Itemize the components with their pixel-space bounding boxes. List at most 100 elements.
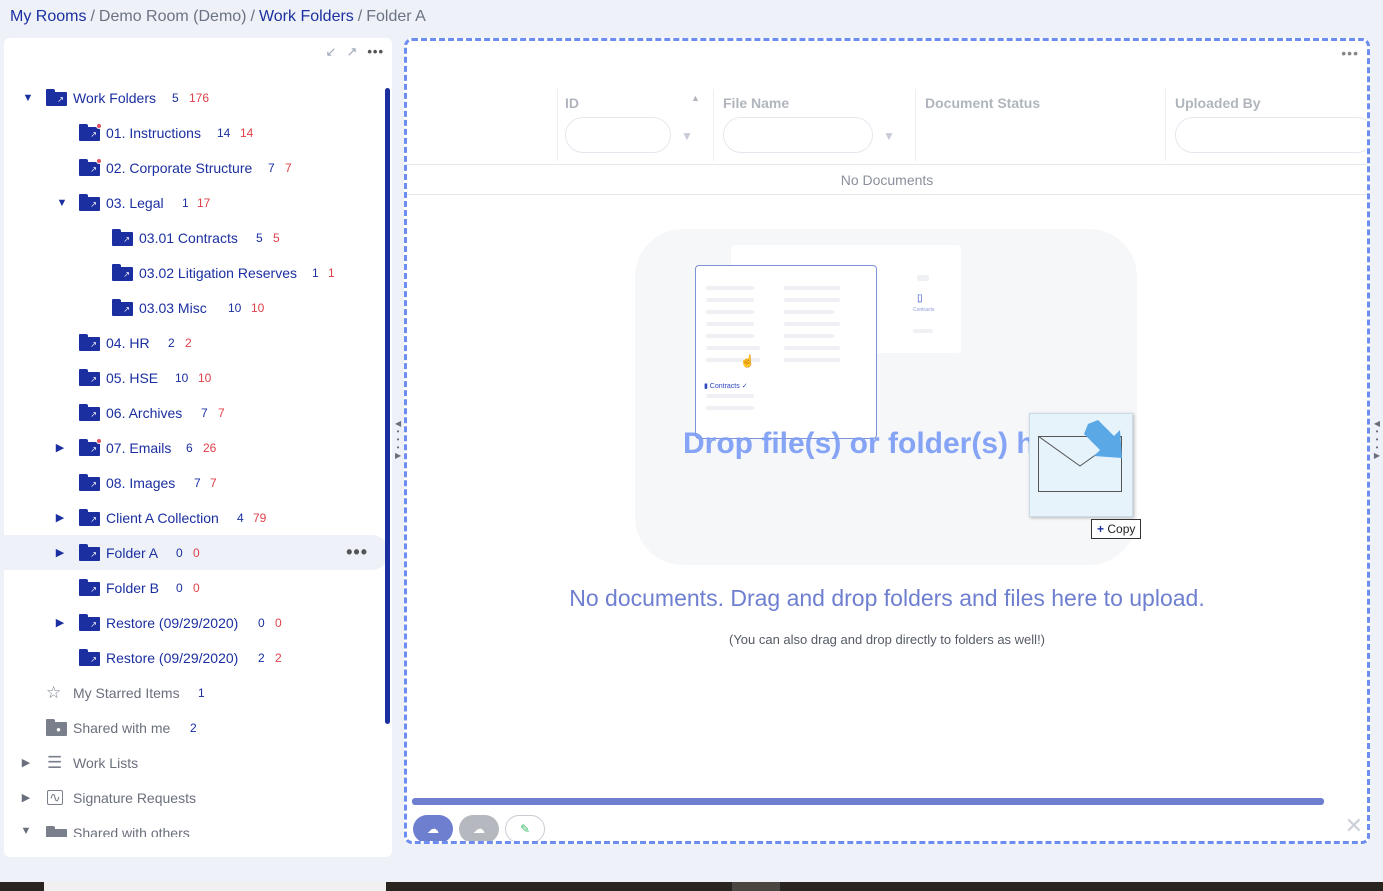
download-button[interactable]: ☁ [459, 815, 499, 841]
item-count: 10 [175, 370, 189, 385]
column-divider [915, 89, 916, 161]
tree-item-label: 07. Emails [106, 439, 172, 456]
item-count: 4 [237, 510, 244, 525]
document-count: 7 [285, 160, 292, 175]
document-count: 0 [275, 615, 282, 630]
column-header-uploaded-by[interactable]: Uploaded By [1175, 95, 1261, 111]
caret-right-icon[interactable]: ▶ [54, 441, 66, 454]
folder-icon: ↗ [79, 544, 100, 561]
tree-item-work-lists[interactable]: ▶ ☰ Work Lists [4, 745, 388, 780]
column-header-document-status[interactable]: Document Status [925, 95, 1040, 111]
expand-icon[interactable]: ↗ [346, 44, 357, 60]
tree-item-corporate-structure[interactable]: ↗ 02. Corporate Structure 7 7 [4, 150, 388, 185]
item-count: 10 [228, 300, 242, 315]
upload-button[interactable]: ☁ [413, 815, 453, 841]
collapse-icon[interactable]: ↙ [326, 44, 337, 60]
tree-item-signature-requests[interactable]: ▶ ∿ Signature Requests [4, 780, 388, 815]
folder-icon: ↗ [79, 194, 100, 211]
tree-item-my-starred-items[interactable]: ☆ My Starred Items 1 [4, 675, 388, 710]
tree-item-archives[interactable]: ↗ 06. Archives 7 7 [4, 395, 388, 430]
empty-state-hint: (You can also drag and drop directly to … [728, 632, 1046, 647]
tree-item-emails[interactable]: ▶ ↗ 07. Emails 6 26 [4, 430, 388, 465]
caret-right-icon[interactable]: ▶ [54, 511, 66, 524]
tree-item-label: 03. Legal [106, 194, 164, 211]
document-count: 14 [240, 125, 254, 140]
tree-item-label: 01. Instructions [106, 124, 201, 141]
tree-item-folder-b[interactable]: ↗ Folder B 0 0 [4, 570, 388, 605]
close-icon[interactable]: ✕ [1345, 813, 1363, 839]
filter-icon[interactable]: ▼ [681, 129, 693, 143]
folder-icon: ▯ [917, 293, 923, 304]
tree-item-folder-a[interactable]: ▶ ↗ Folder A 0 0 ••• [4, 535, 388, 570]
caret-right-icon[interactable]: ▶ [20, 756, 32, 769]
document-dropzone-panel[interactable]: ••• ID ▲ ▼ File Name ▼ Document Status U… [404, 38, 1370, 844]
file-name-filter-input[interactable] [723, 117, 873, 153]
folder-icon: ↗ [46, 89, 67, 106]
more-options-icon[interactable]: ••• [1341, 45, 1359, 61]
empty-table-row: No Documents [407, 164, 1367, 195]
tree-item-shared-with-me[interactable]: ● Shared with me 2 [4, 710, 388, 745]
folder-icon: ↗ [79, 404, 100, 421]
tree-item-shared-with-others[interactable]: ▼ Shared with others [4, 815, 388, 837]
tree-item-label: Shared with others [73, 825, 190, 837]
folder-icon: ↗ [112, 299, 133, 316]
folder-icon: ↗ [79, 438, 102, 456]
caret-down-icon[interactable]: ▼ [56, 197, 68, 209]
column-header-file-name[interactable]: File Name [723, 95, 789, 111]
drop-arrow-icon [1084, 420, 1122, 458]
item-count: 5 [256, 230, 263, 245]
upload-progress-bar [412, 798, 1324, 805]
caret-right-icon[interactable]: ▶ [54, 546, 66, 559]
tree-item-instructions[interactable]: ↗ 01. Instructions 14 14 [4, 115, 388, 150]
filter-icon[interactable]: ▼ [883, 129, 895, 143]
tree-item-label: Work Lists [73, 754, 139, 771]
splitter-handle[interactable]: ◀ • • • ▶ [395, 420, 401, 480]
column-divider [1165, 89, 1166, 161]
caret-right-icon[interactable]: ▶ [54, 616, 66, 629]
tree-item-label: 08. Images [106, 474, 176, 491]
tree-item-label: 03.01 Contracts [139, 229, 238, 246]
tree-item-client-a-collection[interactable]: ▶ ↗ Client A Collection 4 79 [4, 500, 388, 535]
tree-item-restore-2[interactable]: ↗ Restore (09/29/2020) 2 2 [4, 640, 388, 675]
item-count: 0 [176, 545, 183, 560]
tree-item-litigation-reserves[interactable]: ↗ 03.02 Litigation Reserves 1 1 [4, 255, 388, 290]
breadcrumb-work-folders[interactable]: Work Folders [259, 8, 354, 25]
illustration-folder-label: Contracts [913, 307, 935, 313]
cloud-upload-icon: ☁ [427, 822, 439, 836]
cloud-download-icon: ☁ [473, 822, 485, 836]
tree-item-label: Shared with me [73, 719, 171, 736]
breadcrumb-my-rooms[interactable]: My Rooms [10, 8, 86, 25]
uploaded-by-filter-input[interactable] [1175, 117, 1367, 153]
id-filter-input[interactable] [565, 117, 671, 153]
more-options-icon[interactable]: ••• [367, 44, 384, 60]
sort-asc-icon[interactable]: ▲ [691, 93, 700, 103]
list-icon: ☰ [47, 752, 63, 772]
tree-item-label: 04. HR [106, 334, 150, 351]
tree-item-label: 05. HSE [106, 369, 159, 386]
breadcrumb-separator: / [357, 8, 363, 25]
tree-item-restore-1[interactable]: ▶ ↗ Restore (09/29/2020) 0 0 [4, 605, 388, 640]
caret-down-icon[interactable]: ▼ [20, 825, 32, 837]
document-count: 7 [218, 405, 225, 420]
tree-item-hr[interactable]: ↗ 04. HR 2 2 [4, 325, 388, 360]
tree-item-contracts[interactable]: ↗ 03.01 Contracts 5 5 [4, 220, 388, 255]
item-count: 2 [168, 335, 175, 350]
tree-item-label: 06. Archives [106, 404, 183, 421]
tree-item-legal[interactable]: ▼ ↗ 03. Legal 1 17 [4, 185, 388, 220]
column-header-id[interactable]: ID [565, 95, 579, 111]
tree-item-images[interactable]: ↗ 08. Images 7 7 [4, 465, 388, 500]
tree-item-label: Restore (09/29/2020) [106, 649, 239, 666]
more-options-icon[interactable]: ••• [346, 542, 368, 563]
document-count: 79 [253, 510, 267, 525]
tree-item-hse[interactable]: ↗ 05. HSE 10 10 [4, 360, 388, 395]
tree-item-work-folders[interactable]: ▼ ↗ Work Folders 5 176 [4, 80, 388, 115]
right-splitter-handle[interactable]: ◀ • • • ▶ [1373, 420, 1381, 480]
tree-item-misc[interactable]: ↗ 03.03 Misc 10 10 [4, 290, 388, 325]
star-icon: ☆ [46, 682, 62, 702]
caret-right-icon[interactable]: ▶ [20, 791, 32, 804]
document-table-header: ID ▲ ▼ File Name ▼ Document Status Uploa… [557, 89, 1367, 161]
tree-item-label: Signature Requests [73, 789, 196, 806]
edit-button[interactable]: ✎ [505, 815, 545, 841]
tree-scrollbar[interactable] [385, 88, 390, 724]
caret-down-icon[interactable]: ▼ [22, 92, 34, 104]
